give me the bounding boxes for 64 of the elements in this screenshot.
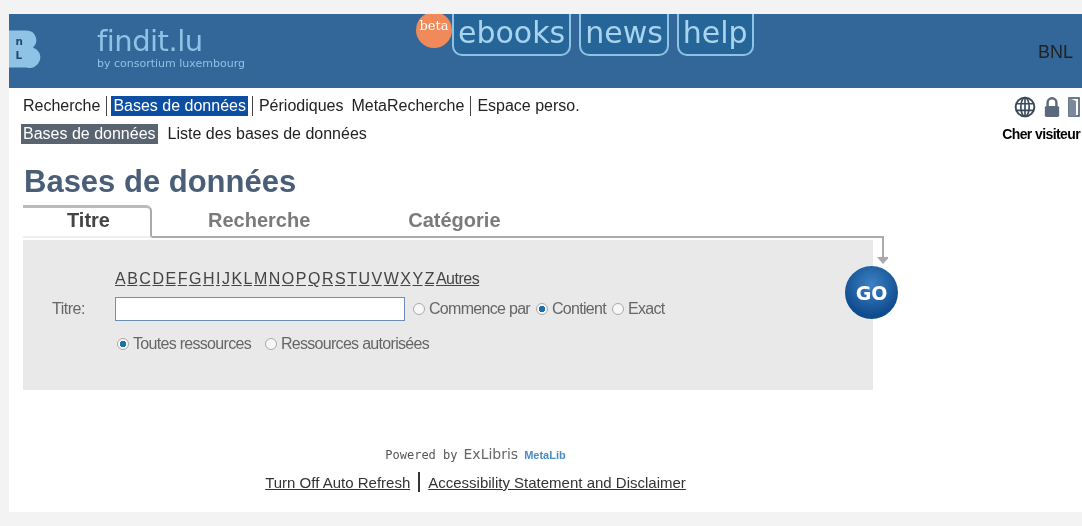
letter-link[interactable]: O xyxy=(281,270,294,288)
nav-link[interactable]: Périodiques xyxy=(256,96,346,116)
letter-link[interactable]: Z xyxy=(424,270,434,288)
letter-link[interactable]: B xyxy=(127,270,138,288)
radio-button[interactable] xyxy=(612,303,624,315)
letter-link[interactable]: S xyxy=(335,270,346,288)
letter-link[interactable]: Autres xyxy=(435,270,480,288)
letter-link[interactable]: J xyxy=(221,270,230,288)
nav-link[interactable]: Liste des bases de données xyxy=(165,123,369,144)
header-tab[interactable]: ebooks xyxy=(451,14,572,56)
letter-link[interactable]: I xyxy=(215,270,220,288)
letter-link[interactable]: F xyxy=(177,270,187,288)
title-input-field[interactable] xyxy=(115,297,405,321)
letter-link[interactable]: M xyxy=(253,270,267,288)
radio-button[interactable] xyxy=(536,303,548,315)
letter-link[interactable]: G xyxy=(188,270,201,288)
product-name: MetaLib xyxy=(524,449,566,461)
page-title: Bases de données xyxy=(24,163,298,201)
nav-link[interactable]: MetaRecherche xyxy=(349,96,467,116)
letter-link[interactable]: U xyxy=(358,270,370,288)
site-name: findit.lu xyxy=(97,24,204,57)
greeting-text: Cher visiteur xyxy=(1002,126,1080,142)
nav-link[interactable]: Recherche xyxy=(21,96,103,116)
letter-link[interactable]: K xyxy=(231,270,242,288)
search-tab[interactable]: Catégorie xyxy=(352,208,543,238)
footer-link[interactable]: Turn Off Auto Refresh xyxy=(265,473,411,491)
letter-link[interactable]: X xyxy=(400,270,411,288)
radio-label: Contient xyxy=(552,300,606,318)
letter-link[interactable]: W xyxy=(383,270,399,288)
nav-link[interactable]: Bases de données xyxy=(21,123,158,144)
beta-badge: beta xyxy=(415,14,452,48)
letter-link[interactable]: D xyxy=(152,270,164,288)
letter-link[interactable]: A xyxy=(115,270,126,288)
nav-link[interactable]: Espace perso. xyxy=(475,96,582,116)
radio-button[interactable] xyxy=(413,303,425,315)
field-label: Titre: xyxy=(51,300,86,318)
letter-link[interactable]: V xyxy=(371,270,382,288)
globe-icon[interactable] xyxy=(1014,96,1036,118)
search-tab[interactable]: Recherche xyxy=(152,208,353,238)
radio-label: Ressources autorisées xyxy=(280,335,429,353)
institution-name: BNL xyxy=(1038,42,1073,63)
letter-link[interactable]: N xyxy=(268,270,280,288)
door-icon[interactable] xyxy=(1068,96,1080,118)
letter-link[interactable]: H xyxy=(202,270,214,288)
radio-button[interactable] xyxy=(264,338,277,350)
radio-label: Commence par xyxy=(429,300,530,318)
letter-link[interactable]: C xyxy=(139,270,151,288)
header-tab[interactable]: help xyxy=(676,14,754,56)
letter-link[interactable]: P xyxy=(295,270,306,288)
radio-button[interactable] xyxy=(117,338,129,350)
site-tagline: by consortium luxembourg xyxy=(97,56,245,70)
nav-link[interactable]: Bases de données xyxy=(111,96,248,116)
letter-link[interactable]: Y xyxy=(412,270,423,288)
footer-link[interactable]: Accessibility Statement and Disclaimer xyxy=(428,473,686,491)
radio-label: Toutes ressources xyxy=(133,335,251,353)
powered-by-text: Powered by xyxy=(385,448,458,462)
brand-logo: ExLibris xyxy=(463,446,519,462)
letter-link[interactable]: L xyxy=(243,270,252,288)
letter-link[interactable]: R xyxy=(321,270,333,288)
letter-link[interactable]: T xyxy=(347,270,357,288)
letter-link[interactable]: E xyxy=(165,270,176,288)
letter-link[interactable]: Q xyxy=(308,270,320,288)
radio-label: Exact xyxy=(628,300,665,318)
header-tab[interactable]: news xyxy=(579,14,669,56)
